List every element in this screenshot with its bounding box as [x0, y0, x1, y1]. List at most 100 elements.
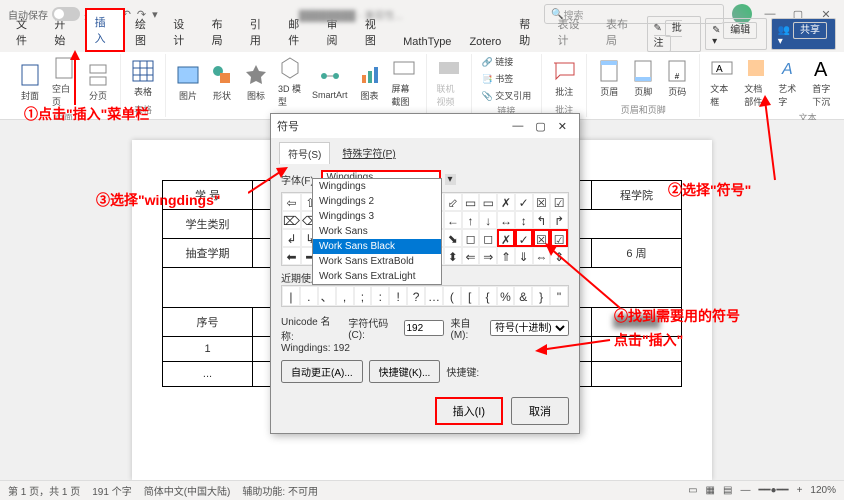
cell-semester[interactable]: 抽查学期 — [163, 239, 253, 268]
zoom-slider[interactable]: ━━●━━ — [758, 485, 788, 496]
dropcap-button[interactable]: A首字下沉 — [808, 54, 840, 110]
tab-zotero[interactable]: Zotero — [461, 32, 509, 52]
symbol-cell[interactable]: ↓ — [479, 211, 497, 229]
dialog-maximize-icon[interactable]: ▢ — [529, 120, 551, 133]
cell-college[interactable]: 程学院 — [592, 181, 682, 210]
symbol-cell[interactable]: ☒ — [533, 229, 551, 247]
font-option[interactable]: Work Sans — [313, 224, 441, 239]
smartart-button[interactable]: SmartArt — [308, 62, 352, 102]
symbol-cell[interactable]: ☑ — [550, 193, 568, 211]
quickparts-button[interactable]: 文档部件 — [740, 54, 772, 110]
zoom-level[interactable]: 120% — [810, 485, 836, 496]
online-video-button[interactable]: 联机视频 — [433, 54, 465, 110]
page-break-button[interactable]: 分页 — [82, 61, 114, 104]
symbol-cell[interactable]: ⇔ — [533, 247, 551, 265]
recent-symbol[interactable]: | — [282, 286, 300, 306]
recent-symbol[interactable]: : — [371, 286, 389, 306]
web-layout-icon[interactable]: ▤ — [723, 485, 732, 496]
symbol-cell[interactable]: ✓ — [515, 193, 533, 211]
bookmark-button[interactable]: 📑 书签 — [478, 71, 518, 86]
recent-symbol[interactable]: , — [336, 286, 354, 306]
status-lang[interactable]: 简体中文(中国大陆) — [144, 483, 231, 498]
recent-symbol[interactable]: & — [514, 286, 532, 306]
symbol-cell[interactable]: ✗ — [497, 193, 515, 211]
font-option[interactable]: Wingdings 3 — [313, 209, 441, 224]
symbol-cell[interactable]: ✗ — [497, 229, 515, 247]
blank-page-button[interactable]: 空白页 — [48, 54, 80, 110]
from-select[interactable]: 符号(十进制) — [490, 320, 569, 336]
symbol-cell[interactable]: ⇓ — [515, 247, 533, 265]
chart-button[interactable]: 图表 — [354, 61, 386, 104]
comments-button[interactable]: ✎ 批注 — [647, 16, 702, 52]
recent-symbol[interactable]: ( — [443, 286, 461, 306]
dialog-minimize-icon[interactable]: — — [506, 120, 529, 132]
zoom-in-icon[interactable]: + — [797, 485, 803, 496]
status-words[interactable]: 191 个字 — [92, 483, 131, 498]
recent-symbol[interactable]: } — [532, 286, 550, 306]
symbol-cell[interactable]: ◻ — [462, 229, 480, 247]
edit-button[interactable]: ✎ 编辑 ▾ — [705, 18, 767, 50]
tab-mathtype[interactable]: MathType — [395, 32, 459, 52]
recent-symbol[interactable]: ; — [354, 286, 372, 306]
page-number-button[interactable]: #页码 — [661, 57, 693, 100]
cell-student-id[interactable]: 学 号 — [163, 181, 253, 210]
font-option[interactable]: Work Sans ExtraBold — [313, 254, 441, 269]
cancel-button[interactable]: 取消 — [511, 397, 569, 425]
recent-symbol[interactable]: . — [300, 286, 318, 306]
table-button[interactable]: 表格 — [127, 57, 159, 100]
symbol-cell[interactable]: ↱ — [550, 211, 568, 229]
symbol-cell[interactable]: ⬍ — [444, 247, 462, 265]
recent-symbol[interactable]: 、 — [318, 286, 336, 306]
symbol-cell[interactable]: ↕ — [515, 211, 533, 229]
font-option[interactable]: Work Sans ExtraLight — [313, 269, 441, 284]
symbol-cell[interactable]: ↔ — [497, 211, 515, 229]
tab-draw[interactable]: 绘图 — [127, 12, 163, 52]
status-accessibility[interactable]: 辅助功能: 不可用 — [242, 483, 318, 498]
cell-row1[interactable]: 1 — [163, 337, 253, 362]
share-button[interactable]: 👥 共享 ▾ — [771, 18, 836, 50]
charcode-input[interactable] — [404, 320, 444, 336]
shapes-button[interactable]: 形状 — [206, 61, 238, 104]
cover-page-button[interactable]: 封面 — [14, 61, 46, 104]
symbol-cell[interactable]: ▭ — [479, 193, 497, 211]
symbol-cell[interactable]: ⬊ — [444, 229, 462, 247]
cell-student-type[interactable]: 学生类别 — [163, 210, 253, 239]
font-dropdown-icon[interactable]: ▾ — [445, 174, 456, 185]
recent-symbol[interactable]: [ — [461, 286, 479, 306]
autocorrect-button[interactable]: 自动更正(A)... — [281, 360, 363, 383]
wordart-button[interactable]: A艺术字 — [774, 54, 806, 110]
symbol-cell[interactable]: ⬅ — [282, 247, 301, 265]
symbol-cell[interactable]: ↰ — [533, 211, 551, 229]
insert-button[interactable]: 插入(I) — [435, 397, 503, 425]
recent-symbol[interactable]: ! — [389, 286, 407, 306]
font-option[interactable]: Wingdings 2 — [313, 194, 441, 209]
font-option[interactable]: Work Sans Black — [313, 239, 441, 254]
recent-symbol[interactable]: " — [550, 286, 568, 306]
recent-symbol[interactable]: { — [479, 286, 497, 306]
cell-week[interactable]: 6 周 — [592, 239, 682, 268]
symbol-cell[interactable]: ◻ — [479, 229, 497, 247]
font-option[interactable]: Wingdings — [313, 179, 441, 194]
recent-symbol[interactable]: … — [425, 286, 443, 306]
dialog-tab-symbols[interactable]: 符号(S) — [279, 142, 330, 164]
footer-button[interactable]: 页脚 — [627, 57, 659, 100]
tab-file[interactable]: 文件 — [8, 12, 44, 52]
cross-reference-button[interactable]: 📎 交叉引用 — [478, 88, 536, 103]
tab-table-design[interactable]: 表设计 — [550, 12, 596, 52]
symbol-cell[interactable]: ← — [444, 211, 462, 229]
icons-button[interactable]: 图标 — [240, 61, 272, 104]
link-button[interactable]: 🔗 链接 — [478, 54, 518, 69]
symbol-cell[interactable]: ↲ — [282, 229, 301, 247]
dialog-close-icon[interactable]: ✕ — [552, 120, 573, 133]
symbol-cell[interactable]: ⬃ — [444, 193, 462, 211]
comment-button[interactable]: 批注 — [548, 57, 580, 100]
header-button[interactable]: 页眉 — [593, 57, 625, 100]
print-layout-icon[interactable]: ▦ — [706, 485, 715, 496]
focus-view-icon[interactable]: ▭ — [688, 485, 697, 496]
tab-insert[interactable]: 插入 — [85, 8, 125, 52]
symbol-cell[interactable]: ⇐ — [462, 247, 480, 265]
shortcut-button[interactable]: 快捷键(K)... — [369, 360, 441, 383]
cell-seq-header[interactable]: 序号 — [163, 308, 253, 337]
symbol-cell[interactable]: ⇑ — [497, 247, 515, 265]
symbol-cell[interactable]: ⇒ — [479, 247, 497, 265]
